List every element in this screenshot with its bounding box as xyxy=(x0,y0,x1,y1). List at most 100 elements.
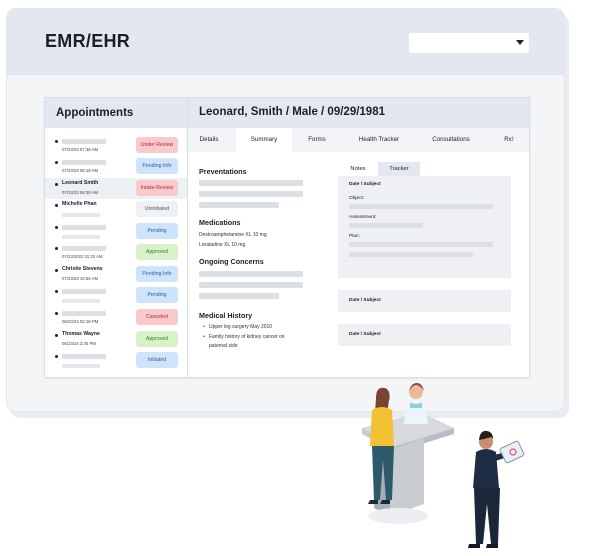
appointment-row[interactable]: Pending xyxy=(45,285,187,306)
tab-rx[interactable]: Rx! xyxy=(492,128,526,152)
bullet-icon xyxy=(55,183,58,186)
status-badge: Pending xyxy=(136,223,178,239)
bullet-icon xyxy=(55,247,58,250)
appointment-row[interactable]: Initiated xyxy=(45,350,187,371)
appointment-date: 07/23/23 08:18 AM xyxy=(62,168,99,173)
bullet-icon xyxy=(55,290,58,293)
appointment-row[interactable]: Christie Stevens 07/23/23 10:55 AM Pending… xyxy=(45,264,187,285)
appointment-row[interactable]: 07/23/23 08:18 AM Pending Info xyxy=(45,156,187,177)
tab-rx-label: Rx xyxy=(504,136,512,143)
note-object-label: Object: xyxy=(349,196,365,201)
tab-forms[interactable]: Forms xyxy=(298,128,336,152)
patient-figure xyxy=(368,387,394,504)
appointment-row[interactable]: Michelle Phan Uninitiated xyxy=(45,199,187,220)
status-badge: Approved xyxy=(136,331,178,347)
appointment-date: 07/23/23 07:38 AM xyxy=(62,147,99,152)
bullet-icon xyxy=(55,312,58,315)
appointment-name: Leonard Smith xyxy=(62,180,99,186)
status-badge: Pending xyxy=(136,287,178,303)
bullet-icon xyxy=(55,334,58,337)
tab-health-tracker[interactable]: Health Tracker xyxy=(346,128,412,152)
appointment-row[interactable]: Thomas Wayne 06/23/24 3:45 PM Approved xyxy=(45,329,187,350)
status-badge: Initiated xyxy=(136,352,178,368)
reception-illustration xyxy=(362,383,525,548)
appointment-date: 07/23/23 10:55 AM xyxy=(62,276,99,281)
placeholder-line xyxy=(199,191,303,197)
patient-content: Leonard, Smith / Male / 09/29/1981 Detai… xyxy=(188,98,529,377)
bullet-icon xyxy=(55,204,58,207)
placeholder-line xyxy=(62,160,106,165)
note-entry-collapsed[interactable]: Date / Subject xyxy=(338,290,511,312)
placeholder-line xyxy=(199,293,279,299)
appointment-name: Michelle Phan xyxy=(62,201,97,207)
appointment-date: 06/23/24 3:45 PM xyxy=(62,341,96,346)
status-badge: Under Review xyxy=(136,137,178,153)
bullet-icon xyxy=(55,161,58,164)
preventations-title: Preventations xyxy=(199,167,247,176)
header-dropdown[interactable] xyxy=(409,33,529,53)
placeholder-line xyxy=(62,139,106,144)
app-title: EMR/EHR xyxy=(45,31,131,51)
status-badge: Canceled xyxy=(136,309,178,325)
placeholder-line xyxy=(62,213,100,217)
status-badge: Pending Info xyxy=(136,266,178,282)
tab-tracker[interactable]: Tracker xyxy=(378,162,420,176)
status-badge: Uninitiated xyxy=(136,201,178,217)
emr-window: Appointments 07/23/23 07:38 AM Under Revi… xyxy=(44,97,530,378)
note-date-subject: Date / Subject xyxy=(349,298,381,303)
appointment-date: 07/23/2023 11:20 AM xyxy=(62,254,103,259)
medication-item: Dextroamphetamine XL 10 mg xyxy=(199,232,267,238)
appointment-row[interactable]: Pending xyxy=(45,221,187,242)
bullet-icon xyxy=(55,226,58,229)
app-card: EMR/EHR Appointments 07/23/23 07:38 AM Un… xyxy=(6,8,565,412)
note-date-subject: Date / Subject xyxy=(349,332,381,337)
chevron-down-icon xyxy=(516,40,524,45)
placeholder-line xyxy=(349,252,473,257)
tab-summary[interactable]: Summary xyxy=(236,128,292,152)
app-header: EMR/EHR xyxy=(7,9,564,75)
medical-history-title: Medical History xyxy=(199,311,253,320)
appointment-name: Christie Stevens xyxy=(62,266,103,272)
placeholder-line xyxy=(199,202,279,208)
tab-consultations[interactable]: Consultations xyxy=(422,128,480,152)
note-entry-expanded[interactable]: Date / Subject Object: Assessment: Plan: xyxy=(338,176,511,278)
medication-item: Loratadine XL 10 mg xyxy=(199,242,246,248)
medications-title: Medications xyxy=(199,218,241,227)
placeholder-line xyxy=(62,299,100,303)
placeholder-line xyxy=(62,246,106,251)
appointments-sidebar: Appointments 07/23/23 07:38 AM Under Revi… xyxy=(45,98,188,377)
placeholder-line xyxy=(349,223,423,228)
status-badge: Approved xyxy=(136,244,178,260)
doctor-figure xyxy=(468,430,525,548)
patient-tabs: Details Summary Forms Health Tracker Con… xyxy=(188,128,529,152)
note-plan-label: Plan: xyxy=(349,234,360,239)
appointments-title: Appointments xyxy=(45,98,187,128)
appointment-row[interactable]: 07/23/23 07:38 AM Under Review xyxy=(45,135,187,156)
appointment-row[interactable]: Leonard Smith 07/23/23 08:38 AM Intake Rev… xyxy=(45,178,187,199)
placeholder-line xyxy=(349,204,493,209)
note-date-subject: Date / Subject xyxy=(349,182,381,187)
alert-icon: ! xyxy=(511,136,514,143)
appointment-row[interactable]: 07/23/2023 11:20 AM Approved xyxy=(45,242,187,263)
note-assessment-label: Assessment: xyxy=(349,215,377,220)
tab-notes[interactable]: Notes xyxy=(338,162,378,176)
tab-details[interactable]: Details xyxy=(188,128,230,152)
placeholder-line xyxy=(349,242,493,247)
medical-history-list: Upper leg surgery May 2010 Family histor… xyxy=(203,323,303,352)
placeholder-line xyxy=(62,354,106,359)
appointment-date: 06/23/24 02:18 PM xyxy=(62,319,99,324)
appointment-row[interactable]: 06/23/24 02:18 PM Canceled xyxy=(45,307,187,328)
appointment-name: Thomas Wayne xyxy=(62,331,100,337)
history-item: Family history of kidney cancer on pater… xyxy=(203,333,303,352)
history-item: Upper leg surgery May 2010 xyxy=(203,323,303,333)
placeholder-line xyxy=(199,271,303,277)
appointment-date: 07/23/23 08:38 AM xyxy=(62,190,99,195)
placeholder-line xyxy=(62,311,106,316)
note-entry-collapsed[interactable]: Date / Subject xyxy=(338,324,511,346)
placeholder-line xyxy=(62,225,106,230)
placeholder-line xyxy=(199,180,303,186)
placeholder-line xyxy=(62,235,100,239)
receptionist-figure xyxy=(404,383,428,424)
status-badge: Pending Info xyxy=(136,158,178,174)
placeholder-line xyxy=(199,282,303,288)
